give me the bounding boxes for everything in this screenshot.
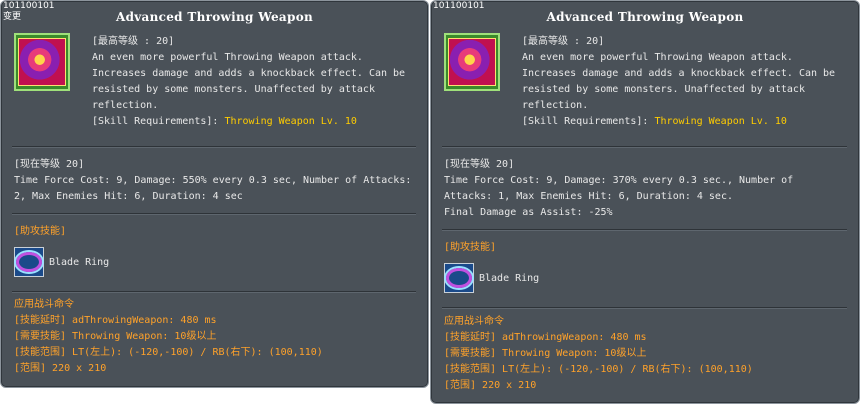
current-level: [现在等级 20] [444,159,515,170]
assist-skill-item[interactable]: Blade Ring [14,245,109,279]
skill-tooltip-left: 101100101 变更 Advanced Throwing Weapon [最… [0,0,429,388]
skill-title: Advanced Throwing Weapon [546,10,744,24]
max-level: [最高等级 : 20] [92,36,175,47]
command-header: 应用战斗命令 [14,299,74,310]
command-header: 应用战斗命令 [444,316,504,327]
divider [442,146,847,147]
battle-command-block: 应用战斗命令 [技能延时] adThrowingWeapon: 480 ms [… [444,314,849,394]
command-line: [范围] 220 x 210 [14,363,107,374]
assist-skill-item[interactable]: Blade Ring [444,261,539,295]
skill-info: [最高等级 : 20] An even more powerful Throwi… [92,34,422,130]
skill-icon-frame [14,33,70,91]
skill-description: An even more powerful Throwing Weapon at… [92,52,406,111]
divider [442,229,847,230]
assist-header: [助攻技能] [14,226,67,237]
command-line: [技能范围] LT(左上): (-120,-100) / RB(右下): (10… [444,364,753,375]
command-line: [技能延时] adThrowingWeapon: 480 ms [14,315,217,326]
command-line: [需要技能] Throwing Weapon: 10级以上 [14,331,217,342]
command-line: [需要技能] Throwing Weapon: 10级以上 [444,348,647,359]
skill-info: [最高等级 : 20] An even more powerful Throwi… [522,34,852,130]
current-level-desc: Time Force Cost: 9, Damage: 550% every 0… [14,175,412,202]
assist-header: [助攻技能] [444,242,497,253]
divider [12,146,416,147]
current-level-desc: Time Force Cost: 9, Damage: 370% every 0… [444,175,794,218]
current-level-block: [现在等级 20] Time Force Cost: 9, Damage: 370… [444,157,849,221]
blade-ring-icon [444,263,474,293]
req-label: [Skill Requirements]: [92,116,225,127]
skill-description: An even more powerful Throwing Weapon at… [522,52,836,111]
divider [442,307,847,308]
command-line: [技能范围] LT(左上): (-120,-100) / RB(右下): (10… [14,347,323,358]
req-value: Throwing Weapon Lv. 10 [654,116,787,127]
blade-ring-icon [14,247,44,277]
req-value: Throwing Weapon Lv. 10 [224,116,357,127]
current-level-block: [现在等级 20] Time Force Cost: 9, Damage: 550… [14,157,419,205]
assist-skill-name: Blade Ring [479,272,540,284]
max-level: [最高等级 : 20] [522,36,605,47]
skill-tooltip-right: 101100101 Advanced Throwing Weapon [最高等级… [430,0,860,404]
divider [12,291,416,292]
skill-title: Advanced Throwing Weapon [115,10,314,24]
assist-skill-name: Blade Ring [49,256,110,268]
throwing-weapon-icon [448,38,496,86]
current-level: [现在等级 20] [14,159,85,170]
divider [12,213,416,214]
command-line: [技能延时] adThrowingWeapon: 480 ms [444,332,647,343]
command-line: [范围] 220 x 210 [444,380,537,391]
battle-command-block: 应用战斗命令 [技能延时] adThrowingWeapon: 480 ms [… [14,297,419,377]
skill-icon-frame [444,33,500,91]
throwing-weapon-icon [18,38,66,86]
req-label: [Skill Requirements]: [522,116,655,127]
